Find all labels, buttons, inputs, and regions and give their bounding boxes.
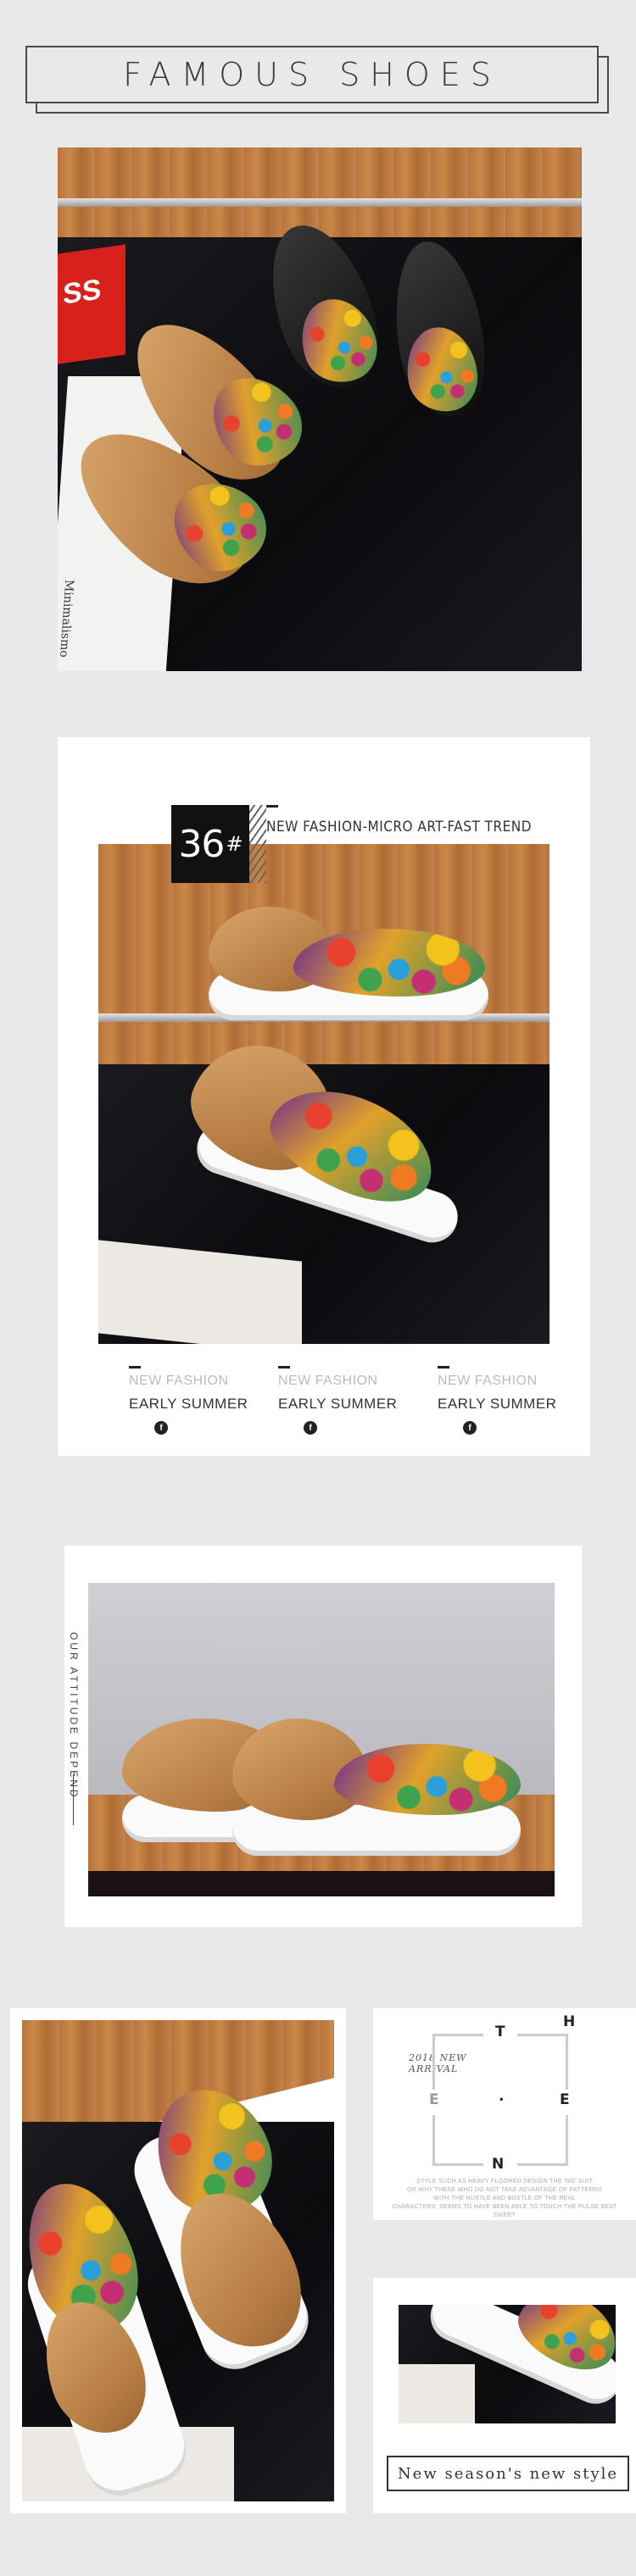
size-number: 36 [178, 822, 225, 866]
size-card: 36 # NEW FASHION-MICRO ART-FAST TREND NEW… [58, 737, 590, 1456]
facebook-icon[interactable]: f [154, 1421, 168, 1435]
feature-top-text: NEW FASHION [438, 1374, 538, 1388]
fine-print-line-3: WITH THE HUSTLE AND BUSTLE OF THE REAL [433, 2196, 576, 2201]
letter-frame: T H E . E N [429, 2013, 575, 2173]
feature-dash [438, 1366, 449, 1368]
letter-t: T [495, 2024, 505, 2040]
facebook-icon[interactable]: f [304, 1421, 317, 1435]
feature-bottom-text: EARLY SUMMER [129, 1396, 248, 1412]
feature-dash [129, 1366, 141, 1368]
title-frame: FAMOUS SHOES [25, 46, 599, 103]
magazine [399, 2364, 475, 2423]
feature-item: NEW FASHION EARLY SUMMER f [278, 1366, 405, 1442]
metal-rail [58, 198, 582, 207]
wood-step [98, 1022, 550, 1064]
fine-print-line-1: STYLE SUCH AS HEAVY FLOORED DESIGN THE '… [416, 2179, 593, 2185]
dark-base [88, 1871, 555, 1896]
feature-bottom-text: EARLY SUMMER [278, 1396, 398, 1412]
feature-bottom-text: EARLY SUMMER [438, 1396, 557, 1412]
trend-text: NEW FASHION-MICRO ART-FAST TREND [266, 819, 532, 836]
the-new-card: 2018 NEW ARRIVAL T H E . E N STYLE SUCH … [373, 2008, 636, 2220]
letter-e-right: E [560, 2091, 570, 2108]
closeup-photo [22, 2020, 334, 2501]
vertical-line [73, 1774, 74, 1825]
vertical-slogan: OUR ATTITUDE DEPEND [68, 1632, 80, 1800]
letter-dot: . [499, 2088, 505, 2105]
sole-detail-photo [399, 2305, 616, 2423]
slogan-text: New season's new style [397, 2464, 619, 2483]
size-badge: 36 # [171, 805, 249, 883]
facebook-icon[interactable]: f [463, 1421, 477, 1435]
letter-e-left: E [429, 2091, 439, 2108]
closeup-card [10, 2008, 346, 2513]
fine-print-line-2: OR WHY THESE WHO DO NOT TAKE ADVANTAGE O… [406, 2187, 603, 2193]
size-photo [98, 844, 550, 1344]
hero-photo: SS Minimalismo [58, 147, 582, 671]
feature-top-text: NEW FASHION [129, 1374, 229, 1388]
letter-h: H [563, 2013, 576, 2030]
feature-dash [278, 1366, 290, 1368]
box-letters: SS [63, 273, 102, 311]
feature-item: NEW FASHION EARLY SUMMER f [129, 1366, 256, 1442]
feature-top-text: NEW FASHION [278, 1374, 378, 1388]
page-title: FAMOUS SHOES [123, 56, 501, 93]
fine-print: STYLE SUCH AS HEAVY FLOORED DESIGN THE '… [390, 2178, 619, 2220]
book-text: Minimalismo [58, 580, 76, 658]
feature-item: NEW FASHION EARLY SUMMER f [438, 1366, 565, 1442]
fine-print-line-4: CHARACTERS: SEEMS TO HAVE BEEN ABLE TO T… [392, 2204, 617, 2218]
side-view-photo [88, 1583, 555, 1896]
trend-dash [266, 805, 278, 808]
side-view-card: OUR ATTITUDE DEPEND [64, 1546, 582, 1927]
letter-n: N [492, 2156, 505, 2173]
slogan-card: New season's new style [373, 2278, 636, 2513]
hatch-decoration [249, 805, 266, 883]
red-shopping-box: SS [58, 244, 126, 364]
size-symbol: # [226, 832, 243, 856]
wood-floor [58, 147, 582, 198]
slogan-box: New season's new style [387, 2456, 629, 2491]
